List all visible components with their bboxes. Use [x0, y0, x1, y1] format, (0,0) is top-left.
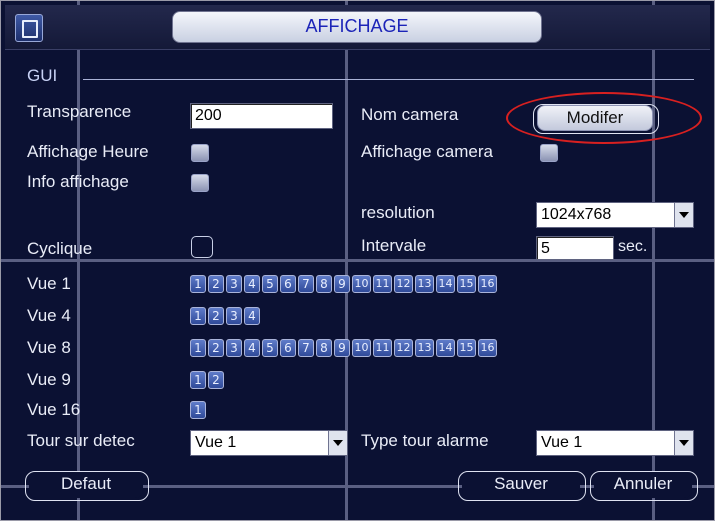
channel-button[interactable]: 3	[226, 275, 242, 293]
sec-unit-label: sec.	[618, 238, 648, 255]
info-affichage-label: Info affichage	[27, 172, 129, 191]
tour-sur-detec-select[interactable]: Vue 1	[190, 430, 348, 456]
display-settings-window: AFFICHAGE GUI Transparence 200 Affichage…	[0, 0, 715, 521]
affichage-heure-label: Affichage Heure	[27, 142, 149, 161]
vue16-label: Vue 16	[27, 400, 81, 419]
cyclique-label: Cyclique	[27, 239, 93, 258]
vue8-channels: 1 2 3 4 5 6 7 8 9 10 11 12 13 14 15 16	[190, 339, 497, 357]
channel-button[interactable]: 12	[394, 275, 413, 293]
channel-button[interactable]: 13	[415, 339, 434, 357]
vue4-channels: 1 2 3 4	[190, 307, 260, 325]
channel-button[interactable]: 13	[415, 275, 434, 293]
defaut-button[interactable]: Defaut	[29, 472, 143, 498]
channel-button[interactable]: 7	[298, 339, 314, 357]
channel-button[interactable]: 3	[226, 339, 242, 357]
intervale-label: Intervale	[361, 236, 427, 255]
vue8-label: Vue 8	[27, 338, 71, 357]
section-divider	[83, 79, 694, 80]
sauver-button[interactable]: Sauver	[462, 472, 580, 498]
channel-button[interactable]: 15	[457, 339, 476, 357]
affichage-camera-checkbox[interactable]	[540, 144, 558, 162]
type-tour-alarme-label: Type tour alarme	[361, 431, 489, 450]
vue9-channels: 1 2	[190, 371, 224, 389]
chevron-down-icon[interactable]	[674, 203, 693, 227]
channel-button[interactable]: 5	[262, 275, 278, 293]
channel-button[interactable]: 15	[457, 275, 476, 293]
window-icon	[15, 14, 43, 42]
vue1-channels: 1 2 3 4 5 6 7 8 9 10 11 12 13 14 15 16	[190, 275, 497, 293]
resolution-select[interactable]: 1024x768	[536, 202, 694, 228]
type-tour-alarme-select[interactable]: Vue 1	[536, 430, 694, 456]
channel-button[interactable]: 1	[190, 371, 206, 389]
channel-button[interactable]: 2	[208, 339, 224, 357]
vue16-channels: 1	[190, 401, 206, 419]
window-title: AFFICHAGE	[305, 16, 409, 36]
channel-button[interactable]: 12	[394, 339, 413, 357]
resolution-label: resolution	[361, 203, 435, 222]
channel-button[interactable]: 1	[190, 339, 206, 357]
highlight-ellipse	[506, 92, 702, 144]
channel-button[interactable]: 1	[190, 307, 206, 325]
resolution-value: 1024x768	[541, 206, 612, 223]
channel-button[interactable]: 8	[316, 275, 332, 293]
channel-button[interactable]: 2	[208, 371, 224, 389]
intervale-input[interactable]: 5	[536, 236, 614, 260]
vue4-label: Vue 4	[27, 306, 71, 325]
channel-button[interactable]: 10	[352, 339, 371, 357]
section-title: GUI	[27, 66, 58, 85]
channel-button[interactable]: 14	[436, 339, 455, 357]
channel-button[interactable]: 2	[208, 275, 224, 293]
transparence-label: Transparence	[27, 102, 132, 121]
type-tour-alarme-value: Vue 1	[541, 434, 583, 451]
channel-button[interactable]: 4	[244, 307, 260, 325]
channel-button[interactable]: 1	[190, 275, 206, 293]
title-bar: AFFICHAGE	[5, 5, 710, 50]
channel-button[interactable]: 5	[262, 339, 278, 357]
channel-button[interactable]: 16	[478, 275, 497, 293]
channel-button[interactable]: 2	[208, 307, 224, 325]
channel-button[interactable]: 9	[334, 275, 350, 293]
channel-button[interactable]: 4	[244, 339, 260, 357]
tour-sur-detec-value: Vue 1	[195, 434, 237, 451]
channel-button[interactable]: 16	[478, 339, 497, 357]
channel-button[interactable]: 7	[298, 275, 314, 293]
cyclique-checkbox[interactable]	[191, 236, 213, 258]
vue9-label: Vue 9	[27, 370, 71, 389]
chevron-down-icon[interactable]	[328, 431, 347, 455]
channel-button[interactable]: 9	[334, 339, 350, 357]
nom-camera-label: Nom camera	[361, 105, 459, 124]
channel-button[interactable]: 6	[280, 339, 296, 357]
chevron-down-icon[interactable]	[674, 431, 693, 455]
vue1-label: Vue 1	[27, 274, 71, 293]
channel-button[interactable]: 11	[373, 275, 392, 293]
channel-button[interactable]: 8	[316, 339, 332, 357]
annuler-button[interactable]: Annuler	[594, 472, 692, 498]
channel-button[interactable]: 11	[373, 339, 392, 357]
affichage-camera-label: Affichage camera	[361, 142, 493, 161]
channel-button[interactable]: 1	[190, 401, 206, 419]
channel-button[interactable]: 14	[436, 275, 455, 293]
channel-button[interactable]: 10	[352, 275, 371, 293]
affichage-heure-checkbox[interactable]	[191, 144, 209, 162]
tour-sur-detec-label: Tour sur detec	[27, 431, 135, 450]
channel-button[interactable]: 6	[280, 275, 296, 293]
channel-button[interactable]: 4	[244, 275, 260, 293]
transparence-input[interactable]: 200	[190, 103, 333, 129]
channel-button[interactable]: 3	[226, 307, 242, 325]
info-affichage-checkbox[interactable]	[191, 174, 209, 192]
